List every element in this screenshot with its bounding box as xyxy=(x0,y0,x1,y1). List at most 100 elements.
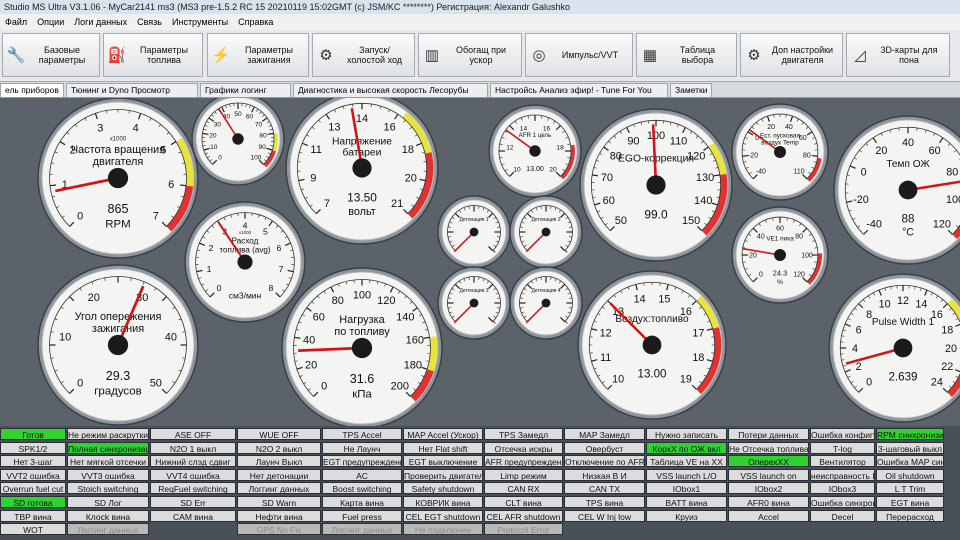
gauge-tick-label: 50 xyxy=(234,111,242,118)
gauge-hub xyxy=(646,175,666,195)
tab[interactable]: ель приборов xyxy=(0,83,64,97)
gauge-tick-label: 18 xyxy=(941,324,953,336)
gauge-tick-label: 90 xyxy=(259,144,267,151)
menu-item[interactable]: Справка xyxy=(233,17,278,27)
gauge-tick-label: 2 xyxy=(856,361,862,373)
status-indicator: Oil shutdown xyxy=(876,468,944,481)
gauge-dashboard: 0 1 2 3 4 5 6 7 x1000 Частота вращения двигателя 86… xyxy=(0,98,960,426)
gauge-tick-label: 10 xyxy=(59,331,71,343)
gauge-unit: % xyxy=(777,279,783,286)
3d-map-icon: ◿ xyxy=(854,47,866,64)
menu-item[interactable]: Файл xyxy=(0,17,32,27)
gauge-knock3: Детонация 3 xyxy=(437,266,511,340)
tab[interactable]: Заметки xyxy=(670,83,712,97)
gauge-title: Темп ОЖ xyxy=(886,159,930,170)
status-indicator: Логгинг данных xyxy=(322,523,402,536)
gauge-hub xyxy=(237,254,253,270)
gauge-tick-label: 18 xyxy=(556,144,564,151)
toolbar-button[interactable]: ▥ Обогащ при ускор xyxy=(418,33,522,77)
gauge-unit: °C xyxy=(902,227,914,239)
gauge-tick-label: 20 xyxy=(209,132,217,139)
toolbar-button[interactable]: ◿ 3D-карты для пона xyxy=(846,33,950,77)
gauge-tick-label: -20 xyxy=(853,194,869,206)
toolbar-button-label: Запуск/ холостой ход xyxy=(346,45,403,65)
toolbar-button[interactable]: ⚡ Параметры зажигания xyxy=(207,33,309,77)
status-indicator: IObox3 xyxy=(810,482,875,495)
menu-item[interactable]: Инструменты xyxy=(167,17,233,27)
toolbar-button[interactable]: 🔧 Базовые параметры xyxy=(2,33,100,77)
gauge-tick-label: 110 xyxy=(794,169,805,176)
gauge-value: 99.0 xyxy=(644,207,668,221)
menu-item[interactable]: Логи данных xyxy=(69,17,132,27)
gauge-tick-label: 100 xyxy=(946,194,960,206)
gauge-tick-label: 10 xyxy=(210,144,218,151)
gauge-tick-label: 20 xyxy=(305,359,317,371)
toolbar-button[interactable]: ◎ Импульс/VVT xyxy=(525,33,633,77)
gauge-title-2: по топливу xyxy=(334,326,390,338)
status-indicator: MAP Accel (Ускор) xyxy=(403,428,483,440)
gauge-ign: 01020 304050Угол опережениязажигания29.3г… xyxy=(37,264,199,426)
gauge-tick-label: 80 xyxy=(332,295,344,307)
tab[interactable]: Графики логинг xyxy=(200,83,291,97)
toolbar-button[interactable]: ⚙ Запуск/ холостой ход xyxy=(312,33,415,77)
gauge-title-2: батареи xyxy=(343,147,382,159)
status-indicator: Не Отсечка топлива xyxy=(728,441,809,454)
accel-pedal-icon: ▥ xyxy=(424,47,440,64)
status-indicator: КОВРИК вина xyxy=(403,496,483,508)
toolbar-button[interactable]: ▦ Таблица выбора xyxy=(636,33,737,77)
status-indicator: CEL AFR shutdown xyxy=(484,509,563,522)
toolbar-button[interactable]: ⚙ Доп настройки двигателя xyxy=(740,33,843,77)
gauge-hub xyxy=(774,146,786,158)
gauge-tick-label: 13 xyxy=(328,122,340,134)
gauge-hub xyxy=(107,167,129,189)
status-indicator: Логгинг данных xyxy=(237,482,321,495)
gauge-tick-label: 10 xyxy=(513,166,521,173)
status-indicator: CAN TX xyxy=(564,482,645,495)
gauge-tick-label: 11 xyxy=(310,144,321,156)
status-indicator: AC xyxy=(322,468,402,481)
gauge-tick-label: 20 xyxy=(405,173,417,185)
status-indicator: TPS вина xyxy=(564,496,645,508)
tab[interactable]: Диагностика и высокая скорость Лесорубы xyxy=(293,83,488,97)
menu-item[interactable]: Связь xyxy=(132,17,167,27)
status-indicator: Отсечка искры xyxy=(484,441,563,454)
tab[interactable]: Настройсь Анализ эфир! - Tune For You xyxy=(490,83,668,97)
gauge-tick-label: 120 xyxy=(377,295,395,307)
idle-valve-icon: ⚙ xyxy=(319,47,333,64)
status-indicator: Limp режим xyxy=(484,468,563,481)
gauge-tick-label: 70 xyxy=(255,121,263,128)
gauge-tick-label: 50 xyxy=(615,215,627,227)
menu-item[interactable]: Опции xyxy=(32,17,69,27)
gauge-tick-label: 14 xyxy=(356,113,368,125)
gauge-tick-label: 4 xyxy=(852,343,858,355)
gauge-tick-label: 2 xyxy=(209,243,214,253)
gauge-tick-label: 21 xyxy=(391,198,403,210)
toolbar-button-label: Обогащ при ускор xyxy=(455,45,507,65)
status-indicator: SD Err xyxy=(150,496,236,508)
gauge-tick-label: 70 xyxy=(601,172,613,184)
gauge-value: 13.00 xyxy=(526,165,544,173)
gauge-tick-label: 7 xyxy=(324,198,330,210)
status-indicator: Boost switching xyxy=(322,482,402,495)
gauge-value: 13.50 xyxy=(347,190,377,204)
gauge-title: Детонация 3 xyxy=(459,288,488,294)
status-indicator: Нет мягкой отсечки xyxy=(67,455,149,468)
status-indicator: BATT вина xyxy=(646,496,727,508)
toolbar-button[interactable]: ⛽ Параметры топлива xyxy=(103,33,203,77)
gauge-tick-label: 20 xyxy=(875,145,887,157)
status-indicator: Проверить двигатель xyxy=(403,468,483,481)
tab[interactable]: Тюнинг и Dyno Просмотр xyxy=(66,83,198,97)
gauge-mini-top: 010203040 50 60708090100 xyxy=(191,98,285,186)
gauge-value: 31.6 xyxy=(350,372,374,386)
status-indicator: Decel xyxy=(810,509,875,522)
gauge-tick-label: 12 xyxy=(600,327,612,339)
status-indicator: Отключение по AFR xyxy=(564,455,645,468)
gauge-tick-label: 60 xyxy=(929,145,941,157)
status-indicator: Fuel press xyxy=(322,509,402,522)
status-indicator: SD Warn xyxy=(237,496,321,508)
status-indicator: CAM вина xyxy=(150,509,236,522)
gauge-unit: вольт xyxy=(348,206,376,218)
status-indicator: Protocol Error xyxy=(484,523,563,536)
gauge-tick-label: 0 xyxy=(77,211,83,223)
toolbar: 🔧 Базовые параметры ⛽ Параметры топлива ⚡ Пар… xyxy=(0,30,960,82)
